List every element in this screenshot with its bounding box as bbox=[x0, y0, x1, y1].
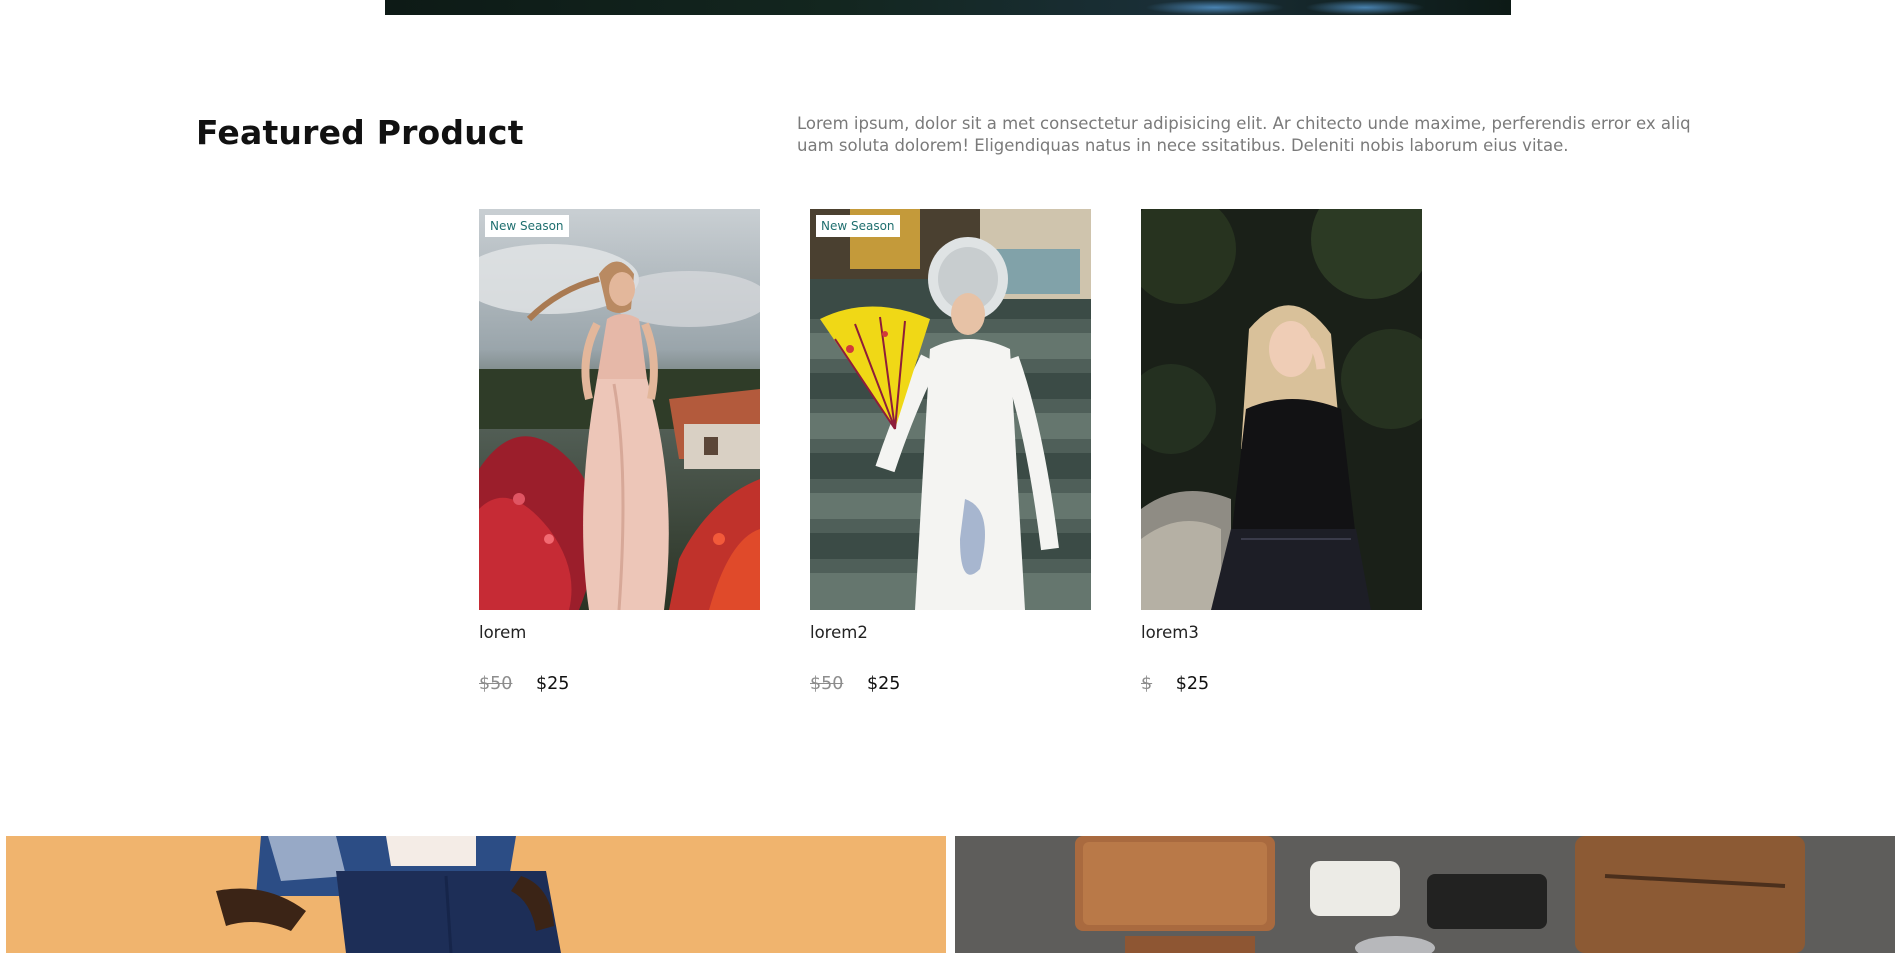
old-price: $50 bbox=[479, 674, 513, 694]
product-card[interactable]: New Season lorem2 $50 $25 bbox=[810, 209, 1091, 694]
new-season-badge: New Season bbox=[816, 215, 900, 237]
old-price: $50 bbox=[810, 674, 844, 694]
product-card[interactable]: New Season lorem $50 $25 bbox=[479, 209, 760, 694]
woman-white-ao-dai-fan-photo bbox=[810, 209, 1091, 610]
hero-banner-image bbox=[385, 0, 1511, 15]
category-banner-accessories[interactable] bbox=[955, 836, 1895, 953]
leather-accessories-flatlay-photo bbox=[955, 836, 1895, 953]
woman-black-blouse-photo bbox=[1141, 209, 1422, 610]
product-prices: $50 $25 bbox=[479, 674, 760, 694]
product-prices: $ $25 bbox=[1141, 674, 1422, 694]
product-image[interactable]: New Season bbox=[810, 209, 1091, 610]
section-description: Lorem ipsum, dolor sit a met consectetur… bbox=[797, 114, 1691, 155]
woman-pink-dress-flowers-photo bbox=[479, 209, 760, 610]
product-prices: $50 $25 bbox=[810, 674, 1091, 694]
section-title: Featured Product bbox=[196, 113, 524, 152]
product-name[interactable]: lorem3 bbox=[1141, 623, 1422, 642]
man-navy-trousers-photo bbox=[6, 836, 946, 953]
sale-price: $25 bbox=[866, 674, 901, 694]
sale-price: $25 bbox=[1175, 674, 1210, 694]
new-season-badge: New Season bbox=[485, 215, 569, 237]
page: Featured Product Lorem ipsum, dolor sit … bbox=[0, 0, 1895, 953]
product-name[interactable]: lorem bbox=[479, 623, 760, 642]
product-image[interactable]: New Season bbox=[479, 209, 760, 610]
product-name[interactable]: lorem2 bbox=[810, 623, 1091, 642]
product-image[interactable] bbox=[1141, 209, 1422, 610]
sale-price: $25 bbox=[535, 674, 570, 694]
old-price: $ bbox=[1141, 674, 1153, 694]
product-card[interactable]: lorem3 $ $25 bbox=[1141, 209, 1422, 694]
category-banner-menswear[interactable] bbox=[6, 836, 946, 953]
